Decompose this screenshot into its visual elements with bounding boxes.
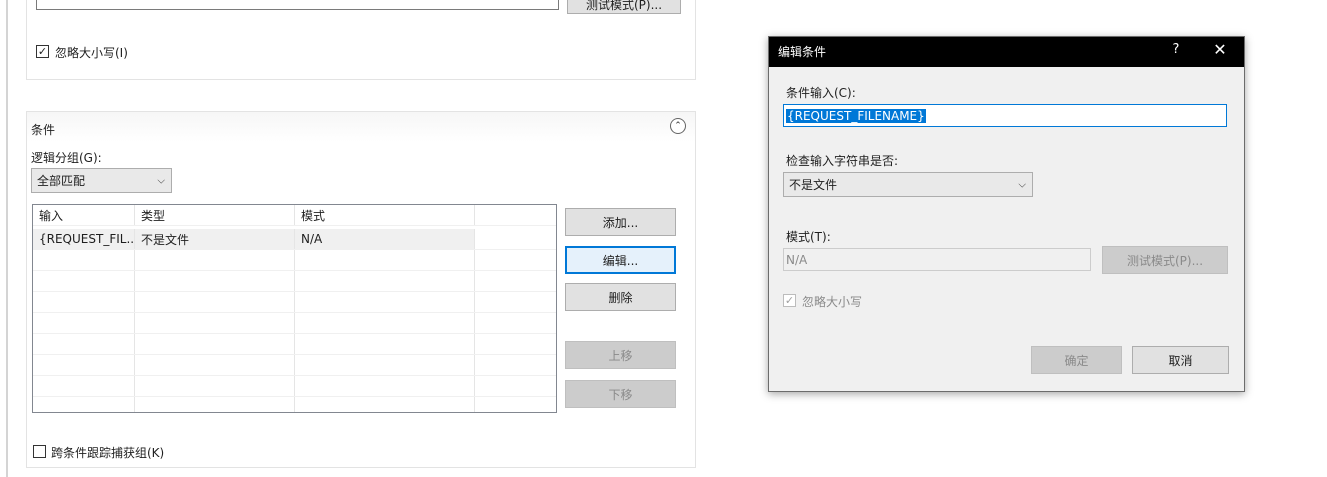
chevron-down-icon: ⌵ (157, 175, 165, 186)
column-header-input[interactable]: 输入 (33, 205, 135, 225)
ok-button[interactable]: 确定 (1031, 346, 1122, 374)
table-row-empty (33, 355, 556, 376)
test-pattern-button[interactable]: 测试模式(P)... (567, 0, 681, 14)
conditions-title: 条件 (31, 123, 56, 137)
checkmark-icon: ✓ (784, 294, 795, 307)
table-row[interactable]: {REQUEST_FIL... 不是文件 N/A (33, 229, 556, 250)
help-icon[interactable]: ? (1170, 42, 1182, 57)
cancel-button[interactable]: 取消 (1132, 346, 1229, 374)
cell-input: {REQUEST_FIL... (33, 229, 135, 249)
collapse-icon[interactable]: ⌃ (670, 118, 686, 134)
logical-grouping-select[interactable]: 全部匹配 ⌵ (31, 168, 172, 193)
window-left-border (6, 0, 8, 477)
dialog-ignore-case-label: 忽略大小写 (802, 295, 863, 309)
cell-type: 不是文件 (135, 229, 295, 249)
conditions-table[interactable]: 输入 类型 模式 {REQUEST_FIL... 不是文件 N/A (32, 204, 557, 413)
pattern-input[interactable] (36, 0, 559, 10)
logical-grouping-label: 逻辑分组(G): (31, 151, 102, 165)
condition-input-field[interactable]: {REQUEST_FILENAME} (783, 104, 1227, 127)
track-capture-groups-label: 跨条件跟踪捕获组(K) (51, 446, 165, 460)
move-up-button[interactable]: 上移 (565, 341, 676, 369)
pattern-label: 模式(T): (786, 230, 831, 244)
column-header-filler (475, 205, 556, 225)
table-row-empty (33, 376, 556, 397)
table-header: 输入 类型 模式 (33, 205, 556, 226)
table-row-empty (33, 250, 556, 271)
move-down-button[interactable]: 下移 (565, 380, 676, 408)
table-row-empty (33, 271, 556, 292)
track-capture-groups-checkbox[interactable] (33, 445, 46, 458)
cell-filler (475, 229, 556, 249)
dialog-title: 编辑条件 (778, 45, 827, 59)
add-condition-button[interactable]: 添加... (565, 208, 676, 236)
close-icon[interactable]: ✕ (1212, 40, 1228, 59)
pattern-value: N/A (786, 252, 808, 267)
remove-condition-button[interactable]: 删除 (565, 283, 676, 311)
table-row-empty (33, 292, 556, 313)
dialog-ignore-case-checkbox[interactable]: ✓ (783, 294, 796, 307)
check-if-value: 不是文件 (789, 178, 838, 192)
table-row-empty (33, 313, 556, 334)
checkmark-icon: ✓ (37, 45, 48, 58)
ignore-case-label: 忽略大小写(I) (55, 46, 128, 60)
check-if-label: 检查输入字符串是否: (786, 154, 899, 168)
condition-input-label: 条件输入(C): (786, 86, 856, 100)
column-header-pattern[interactable]: 模式 (295, 205, 475, 225)
chevron-down-icon: ⌵ (1018, 179, 1026, 190)
ignore-case-checkbox[interactable]: ✓ (36, 45, 49, 58)
check-if-select[interactable]: 不是文件 ⌵ (783, 172, 1033, 197)
table-row-empty (33, 334, 556, 355)
table-row-empty (33, 397, 556, 412)
column-header-type[interactable]: 类型 (135, 205, 295, 225)
conditions-header (27, 112, 695, 142)
dialog-test-pattern-button[interactable]: 测试模式(P)... (1102, 246, 1228, 274)
cell-pattern: N/A (295, 229, 475, 249)
logical-grouping-value: 全部匹配 (37, 174, 86, 188)
edit-condition-button[interactable]: 编辑... (565, 246, 676, 274)
condition-input-value: {REQUEST_FILENAME} (786, 108, 926, 123)
pattern-field[interactable]: N/A (783, 248, 1091, 271)
